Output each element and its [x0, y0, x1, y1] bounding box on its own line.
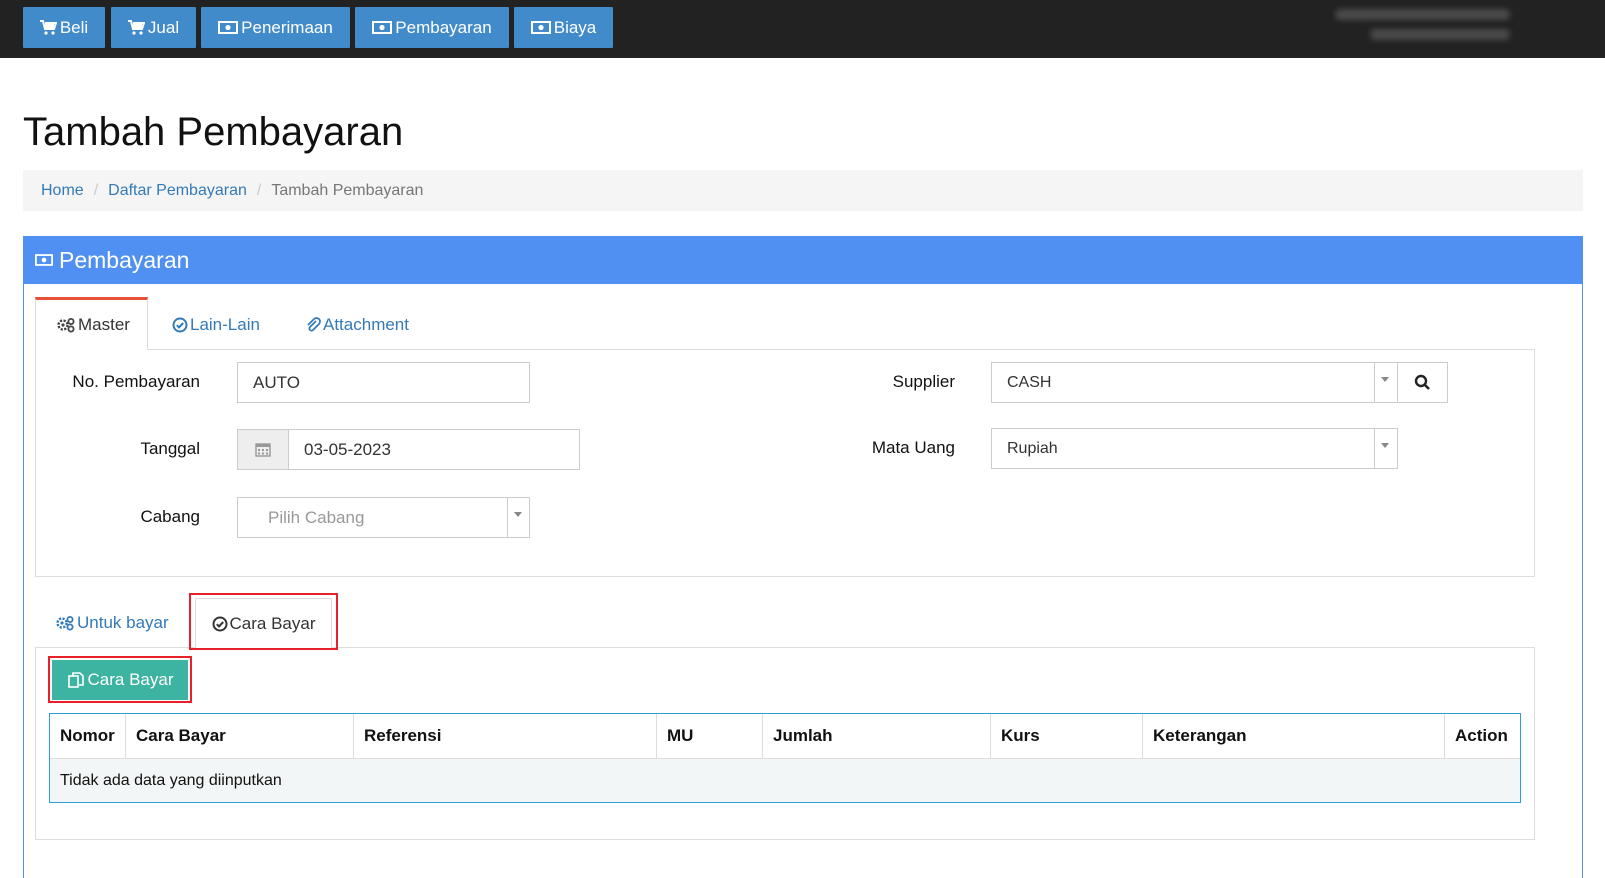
th-action: Action	[1455, 726, 1508, 745]
tab-lain-lain[interactable]: Lain-Lain	[172, 310, 260, 340]
gears-icon	[57, 318, 75, 333]
nav-penerimaan-button[interactable]: Penerimaan	[201, 7, 350, 48]
calendar-addon[interactable]	[237, 429, 289, 470]
money-icon	[218, 21, 239, 34]
tanggal-label: Tanggal	[140, 439, 200, 458]
mata-uang-label: Mata Uang	[871, 438, 955, 457]
select-divider	[507, 497, 508, 538]
table-empty-text: Tidak ada data yang diinputkan	[60, 771, 282, 789]
tab-untuk-bayar[interactable]: Untuk bayar	[55, 608, 169, 638]
calendar-icon	[255, 443, 271, 457]
tanggal-input[interactable]: 03-05-2023	[288, 429, 580, 470]
chevron-down-icon	[1381, 377, 1389, 382]
th-referensi: Referensi	[354, 714, 657, 758]
nav-jual-label: Jual	[147, 17, 180, 37]
nav-beli-button[interactable]: Beli	[23, 7, 105, 48]
breadcrumb-separator: /	[93, 181, 99, 199]
table-header-row: Nomor Cara Bayar Referensi MU Jumlah Kur…	[50, 714, 1520, 759]
nav-biaya-button[interactable]: Biaya	[514, 7, 613, 48]
th-cara-bayar: Cara Bayar	[126, 714, 354, 758]
th-nomor: Nomor	[50, 714, 126, 758]
breadcrumb-current: Tambah Pembayaran	[271, 181, 424, 199]
no-pembayaran-label: No. Pembayaran	[72, 372, 200, 391]
highlight-box	[189, 593, 338, 650]
no-pembayaran-input[interactable]: AUTO	[237, 362, 530, 403]
th-mu: MU	[657, 714, 763, 758]
breadcrumb-home-link[interactable]: Home	[41, 182, 84, 200]
page-title: Tambah Pembayaran	[23, 110, 404, 154]
search-icon	[1414, 374, 1430, 390]
highlight-box	[48, 656, 192, 703]
select-divider	[1374, 428, 1375, 469]
cara-bayar-table: Nomor Cara Bayar Referensi MU Jumlah Kur…	[49, 713, 1521, 803]
supplier-value: CASH	[1007, 373, 1052, 391]
tab-lain-lain-label: Lain-Lain	[190, 315, 260, 334]
tab-attachment-label: Attachment	[323, 315, 409, 334]
nav-pembayaran-button[interactable]: Pembayaran	[355, 7, 509, 48]
breadcrumb: Home / Daftar Pembayaran / Tambah Pembay…	[23, 170, 1583, 211]
money-icon	[372, 21, 393, 34]
select-divider	[1374, 362, 1375, 403]
th-keterangan: Keterangan	[1143, 714, 1445, 758]
panel-header: Pembayaran	[23, 236, 1583, 284]
check-circle-icon	[172, 317, 188, 333]
user-info-blurred[interactable]	[1335, 9, 1510, 47]
cart-icon	[127, 20, 145, 35]
tab-master[interactable]: Master	[35, 297, 148, 350]
mata-uang-value: Rupiah	[1007, 439, 1058, 457]
chevron-down-icon	[1381, 443, 1389, 448]
cabang-placeholder: Pilih Cabang	[268, 507, 365, 527]
paperclip-icon	[307, 317, 321, 332]
table-empty-row: Tidak ada data yang diinputkan	[50, 759, 1520, 802]
breadcrumb-separator: /	[256, 181, 262, 199]
supplier-select[interactable]: CASH	[991, 362, 1398, 403]
nav-jual-button[interactable]: Jual	[111, 7, 196, 48]
money-icon	[530, 21, 551, 34]
mata-uang-select[interactable]: Rupiah	[991, 428, 1398, 469]
chevron-down-icon	[514, 512, 522, 517]
th-jumlah: Jumlah	[763, 714, 991, 758]
gears-icon	[56, 616, 74, 631]
tab-untuk-bayar-label: Untuk bayar	[77, 613, 169, 632]
money-icon	[35, 254, 53, 266]
nav-biaya-label: Biaya	[553, 17, 597, 37]
th-kurs: Kurs	[991, 714, 1143, 758]
cart-icon	[39, 20, 57, 35]
nav-pembayaran-label: Pembayaran	[395, 17, 492, 37]
nav-penerimaan-label: Penerimaan	[241, 17, 333, 37]
panel-title: Pembayaran	[59, 246, 190, 273]
supplier-label: Supplier	[892, 372, 955, 391]
tab-master-label: Master	[78, 315, 130, 334]
cabang-label: Cabang	[140, 507, 200, 526]
tab-attachment[interactable]: Attachment	[305, 310, 409, 340]
nav-beli-label: Beli	[59, 17, 89, 37]
cabang-select[interactable]: Pilih Cabang	[237, 497, 530, 538]
supplier-search-button[interactable]	[1397, 362, 1448, 403]
breadcrumb-list-link[interactable]: Daftar Pembayaran	[108, 182, 247, 200]
